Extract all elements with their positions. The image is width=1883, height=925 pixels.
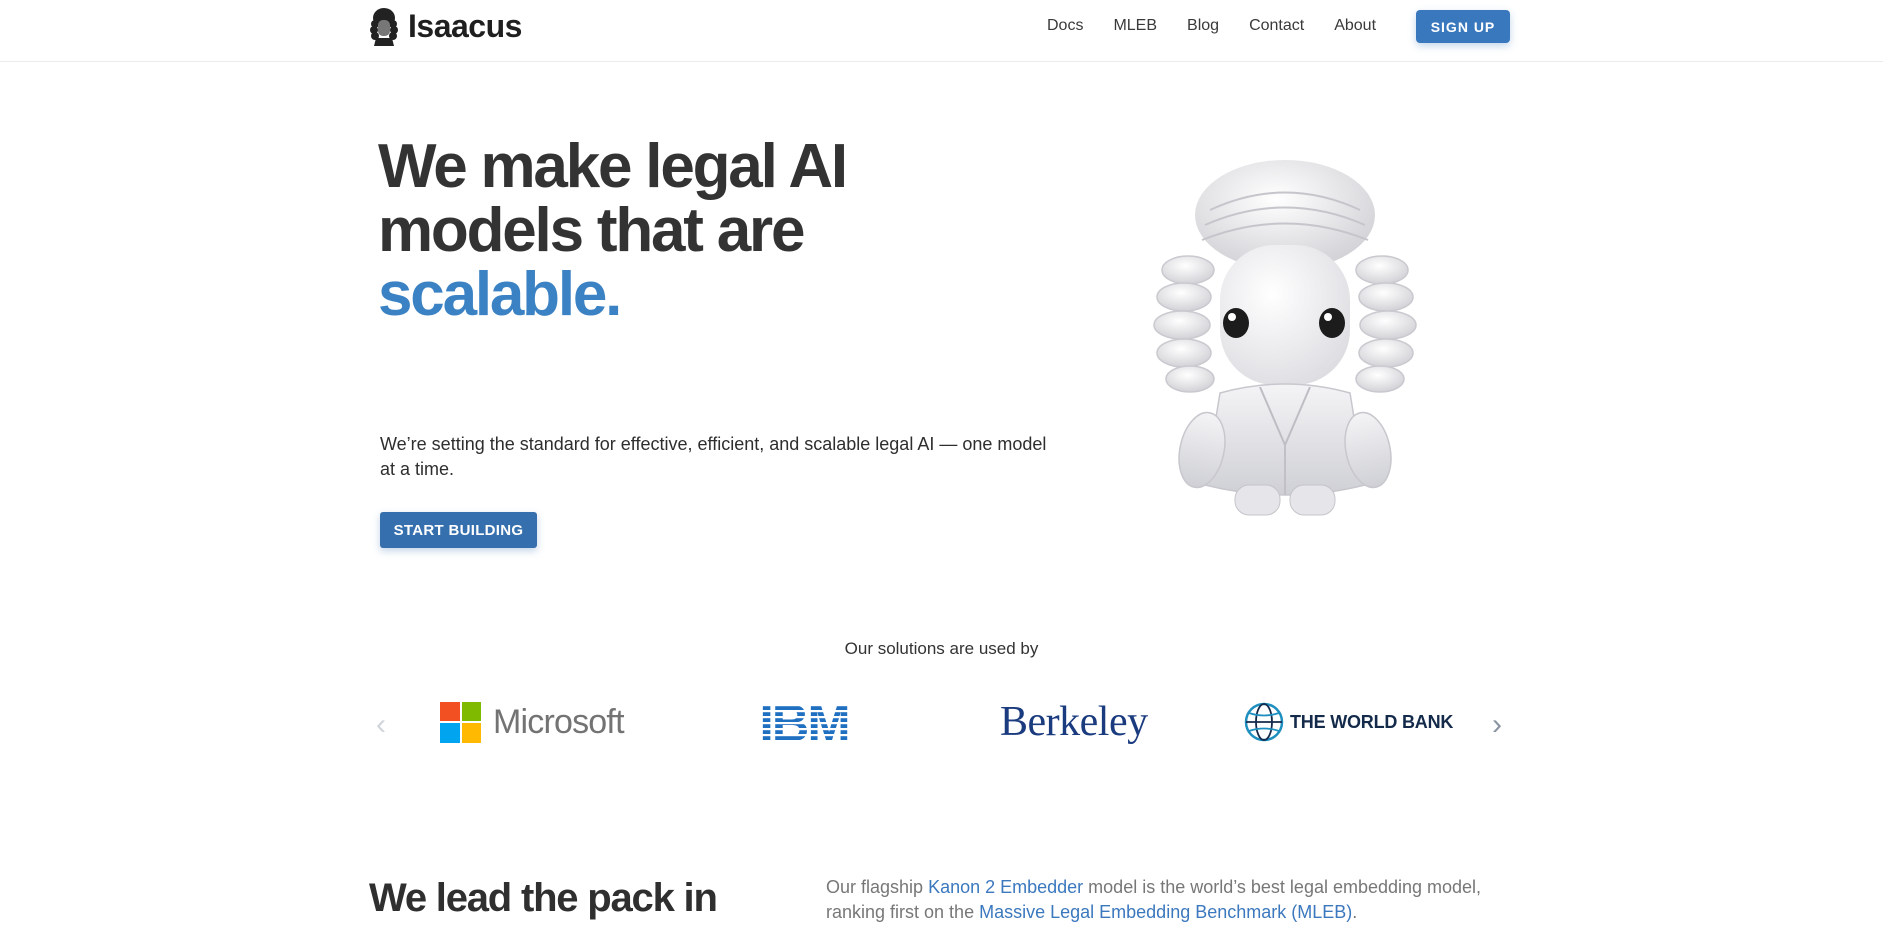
berkeley-logo-text: Berkeley [1000,699,1148,745]
hero-title: We make legal AI models that are scalabl… [378,135,938,327]
judge-wig-icon [370,8,398,46]
nav-about[interactable]: About [1334,14,1376,38]
nav-docs[interactable]: Docs [1047,14,1083,38]
hero-subtitle: We’re setting the standard for effective… [380,434,1047,479]
nav-contact[interactable]: Contact [1249,14,1304,38]
lead-section-title: We lead the pack in [369,876,718,920]
brand-link[interactable]: Isaacus [368,6,522,46]
nav-mleb[interactable]: MLEB [1113,14,1157,38]
microsoft-logo-text: Microsoft [493,702,625,741]
world-bank-logo: THE WORLD BANK [1244,697,1453,747]
microsoft-squares-icon [440,701,481,743]
world-bank-logo-text: THE WORLD BANK [1290,711,1454,732]
brand-name: Isaacus [408,7,522,44]
lead-text-post: . [1352,902,1358,922]
nav-blog[interactable]: Blog [1187,14,1219,38]
lead-section-text: Our flagship Kanon 2 Embedder model is t… [826,875,1496,925]
chevron-left-icon[interactable]: ‹ [371,710,391,740]
mleb-link[interactable]: Massive Legal Embedding Benchmark (MLEB) [979,902,1352,922]
lead-text-pre: Our flagship [826,877,929,897]
microsoft-logo: Microsoft [440,697,625,747]
ibm-striped-icon: IBM [759,700,850,744]
hero-title-line-2: models that are [378,196,805,265]
ibm-logo-text: IBM [759,700,848,744]
hero-title-line-1: We make legal AI [378,132,848,201]
judge-mascot-image [1153,160,1417,516]
kanon-2-embedder-link[interactable]: Kanon 2 Embedder [928,877,1083,897]
hero-title-accent: scalable. [378,260,622,329]
sign-up-button[interactable]: SIGN UP [1416,10,1510,43]
globe-icon [1244,702,1284,742]
site-header: Isaacus Docs MLEB Blog Contact About SIG… [0,0,1883,62]
clients-heading: Our solutions are used by [844,639,1039,658]
start-building-button[interactable]: START BUILDING [380,512,537,548]
ibm-logo: IBM [754,697,854,747]
berkeley-logo: Berkeley [1000,697,1148,747]
chevron-right-icon[interactable]: › [1487,710,1507,740]
main-nav: Docs MLEB Blog Contact About [1047,14,1408,38]
